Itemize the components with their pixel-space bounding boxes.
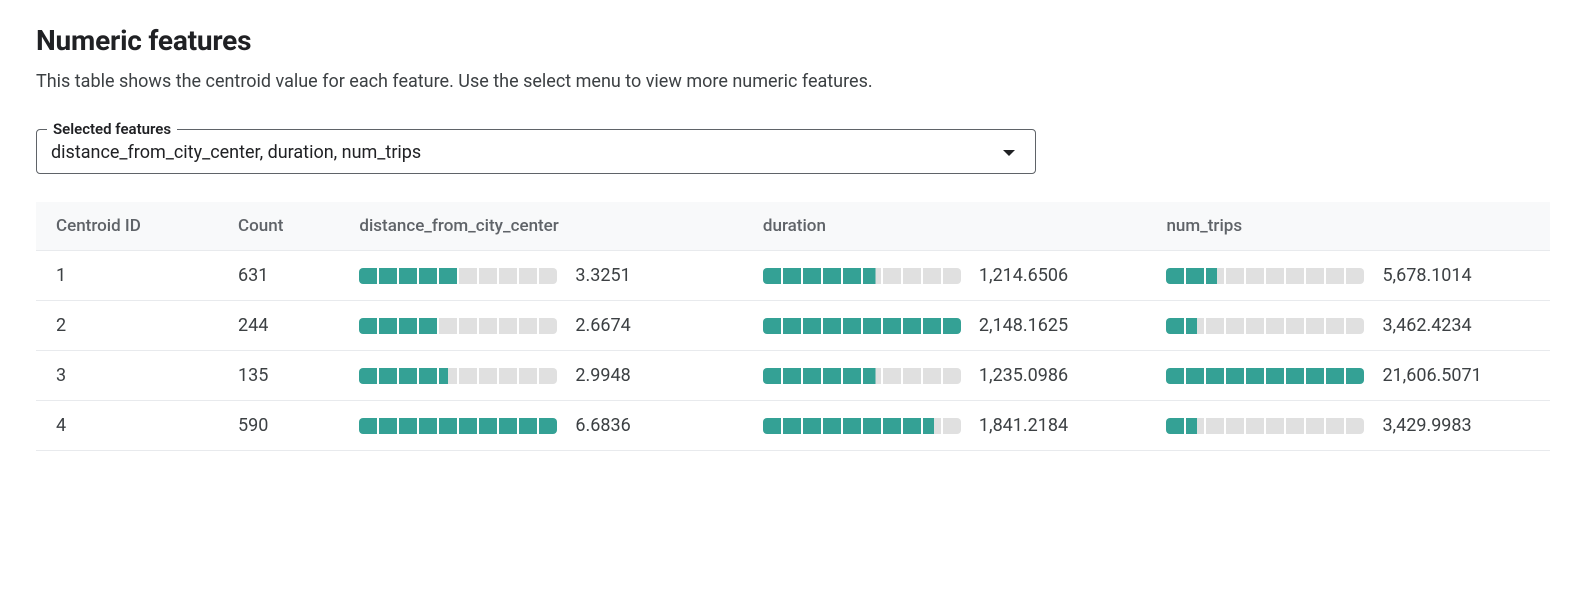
cell-distance: 3.3251 (339, 251, 743, 301)
cell-count: 135 (218, 351, 339, 401)
bar-indicator (763, 418, 961, 434)
cell-distance: 6.6836 (339, 401, 743, 451)
bar-indicator (359, 318, 557, 334)
table-row: 4590 6.6836 1,841.2184 3,429.9983 (36, 401, 1550, 451)
value-num-trips: 5,678.1014 (1382, 265, 1502, 286)
cell-centroid-id: 3 (36, 351, 218, 401)
cell-duration: 1,214.6506 (743, 251, 1147, 301)
bar-indicator (1166, 318, 1364, 334)
cell-distance: 2.6674 (339, 301, 743, 351)
cell-centroid-id: 1 (36, 251, 218, 301)
bar-indicator (1166, 418, 1364, 434)
chevron-down-icon (1003, 150, 1015, 156)
col-distance: distance_from_city_center (339, 202, 743, 251)
cell-duration: 2,148.1625 (743, 301, 1147, 351)
table-row: 2244 2.6674 2,148.1625 3,462.4234 (36, 301, 1550, 351)
value-num-trips: 3,462.4234 (1382, 315, 1502, 336)
col-duration: duration (743, 202, 1147, 251)
value-num-trips: 21,606.5071 (1382, 365, 1502, 386)
cell-centroid-id: 4 (36, 401, 218, 451)
value-distance: 2.6674 (575, 315, 695, 336)
table-row: 3135 2.9948 1,235.0986 21,606.5071 (36, 351, 1550, 401)
bar-indicator (359, 418, 557, 434)
cell-count: 244 (218, 301, 339, 351)
cell-num-trips: 3,429.9983 (1146, 401, 1550, 451)
page-subtitle: This table shows the centroid value for … (36, 71, 1550, 92)
select-value: distance_from_city_center, duration, num… (51, 142, 421, 163)
bar-indicator (1166, 268, 1364, 284)
cell-duration: 1,841.2184 (743, 401, 1147, 451)
cell-count: 631 (218, 251, 339, 301)
cell-centroid-id: 2 (36, 301, 218, 351)
cell-num-trips: 3,462.4234 (1146, 301, 1550, 351)
value-duration: 1,841.2184 (979, 415, 1099, 436)
col-num-trips: num_trips (1146, 202, 1550, 251)
cell-duration: 1,235.0986 (743, 351, 1147, 401)
cell-distance: 2.9948 (339, 351, 743, 401)
col-centroid-id: Centroid ID (36, 202, 218, 251)
cell-num-trips: 21,606.5071 (1146, 351, 1550, 401)
page-title: Numeric features (36, 24, 1550, 57)
cell-count: 590 (218, 401, 339, 451)
value-duration: 1,235.0986 (979, 365, 1099, 386)
bar-indicator (359, 268, 557, 284)
value-num-trips: 3,429.9983 (1382, 415, 1502, 436)
bar-indicator (763, 318, 961, 334)
value-duration: 2,148.1625 (979, 315, 1099, 336)
value-distance: 2.9948 (575, 365, 695, 386)
value-distance: 6.6836 (575, 415, 695, 436)
centroid-table: Centroid ID Count distance_from_city_cen… (36, 202, 1550, 451)
selected-features-select[interactable]: Selected features distance_from_city_cen… (36, 120, 1036, 174)
bar-indicator (359, 368, 557, 384)
select-label: Selected features (47, 120, 177, 138)
value-distance: 3.3251 (575, 265, 695, 286)
bar-indicator (763, 268, 961, 284)
value-duration: 1,214.6506 (979, 265, 1099, 286)
bar-indicator (763, 368, 961, 384)
col-count: Count (218, 202, 339, 251)
bar-indicator (1166, 368, 1364, 384)
cell-num-trips: 5,678.1014 (1146, 251, 1550, 301)
table-row: 1631 3.3251 1,214.6506 5,678.1014 (36, 251, 1550, 301)
